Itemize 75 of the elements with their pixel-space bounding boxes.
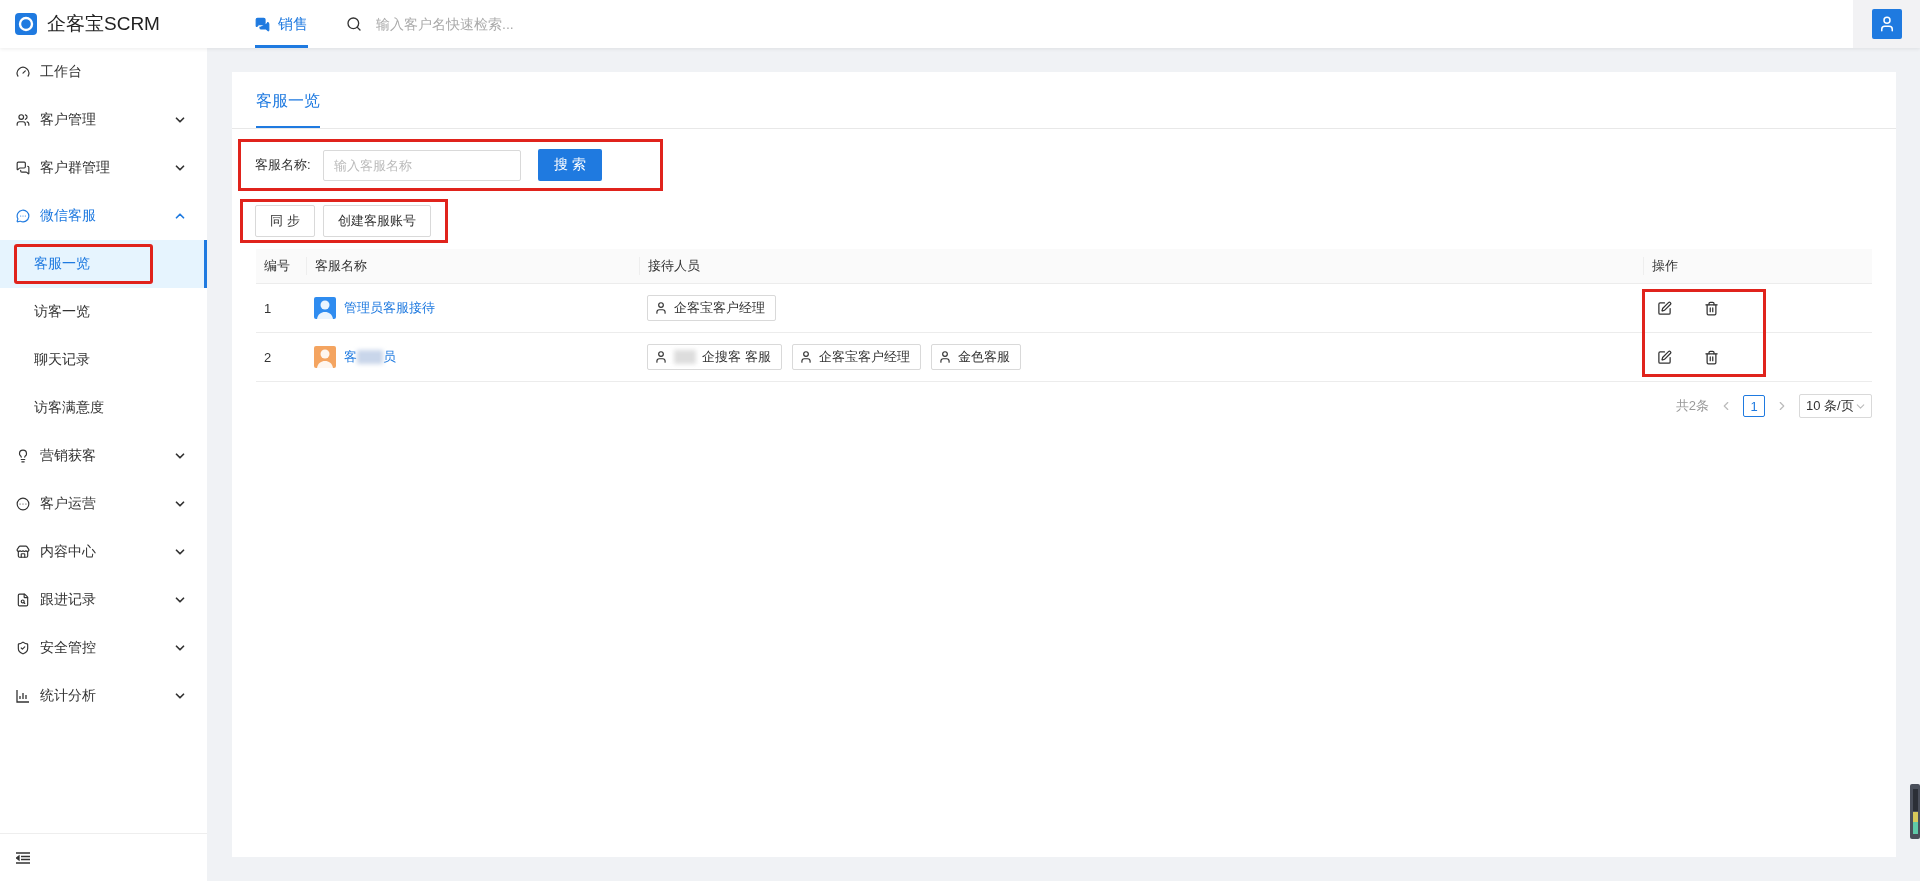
- name-field[interactable]: 输入客服名称: [322, 149, 521, 181]
- sidebar-sublabel: 聊天记录: [33, 350, 91, 369]
- staff-name: 金色客服: [957, 348, 1010, 366]
- sidebar-label: 客户运营: [40, 495, 97, 513]
- column-header: 操作: [1643, 257, 1872, 275]
- person-icon: [798, 350, 813, 364]
- toolbar-button[interactable]: 创建客服账号: [322, 205, 431, 237]
- staff-name: 企客宝客户经理: [818, 348, 910, 366]
- column-header: 接待人员: [639, 257, 1643, 275]
- sidebar-item[interactable]: 统计分析: [0, 672, 207, 720]
- sidebar-label: 跟进记录: [40, 591, 97, 609]
- staff-name: 企客宝客户经理: [674, 299, 765, 317]
- edit-button[interactable]: [1657, 300, 1672, 316]
- nav-tab[interactable]: 销售: [255, 0, 308, 48]
- chat-dots-icon: [16, 209, 30, 223]
- sidebar-item[interactable]: 内容中心: [0, 528, 207, 576]
- edit-button[interactable]: [1657, 349, 1672, 365]
- field-label: 客服名称:: [255, 156, 311, 174]
- bar-chart-icon: [16, 689, 30, 703]
- sidebar-subitem[interactable]: 访客满意度: [0, 384, 207, 432]
- lightbulb-icon: [16, 449, 30, 463]
- page-tab[interactable]: 客服一览: [256, 72, 320, 128]
- sidebar-sublabel: 客服一览: [14, 244, 153, 284]
- sidebar-label: 营销获客: [40, 447, 97, 465]
- page-button[interactable]: 1: [1743, 395, 1765, 417]
- chat-bubbles-icon: [255, 16, 270, 32]
- user-avatar-button[interactable]: [1871, 9, 1902, 39]
- search-button[interactable]: 搜 索: [537, 149, 602, 181]
- ellipsis-circle-icon: [16, 497, 30, 511]
- sidebar-item[interactable]: 安全管控: [0, 624, 207, 672]
- gauge-icon: [16, 65, 30, 79]
- sidebar-subitem[interactable]: 聊天记录: [0, 336, 207, 384]
- sidebar-label: 内容中心: [40, 543, 97, 561]
- document-search-icon: [16, 593, 30, 607]
- sidebar-item[interactable]: 客户群管理: [0, 144, 207, 192]
- sidebar-label: 客户管理: [40, 111, 97, 129]
- person-icon: [654, 301, 668, 315]
- sidebar-item[interactable]: 客户管理: [0, 96, 207, 144]
- page-size-select[interactable]: 10 条/页: [1799, 394, 1872, 418]
- sidebar-item[interactable]: 客户运营: [0, 480, 207, 528]
- table-cell-text: 2: [263, 349, 273, 365]
- delete-button[interactable]: [1704, 300, 1719, 316]
- users-icon: [16, 113, 30, 127]
- staff-name: 企搜客 客服: [702, 348, 771, 366]
- sidebar-sublabel: 访客一览: [33, 302, 91, 321]
- column-header: 编号: [263, 257, 291, 275]
- sidebar-item[interactable]: 工作台: [0, 48, 207, 96]
- column-header: 客服名称: [306, 257, 639, 275]
- delete-button[interactable]: [1704, 349, 1719, 365]
- person-icon: [654, 350, 668, 364]
- agent-name-link[interactable]: 管理员客服接待: [344, 299, 435, 317]
- shield-check-icon: [16, 641, 30, 655]
- person-icon: [937, 350, 952, 364]
- toolbar-button[interactable]: 同 步: [255, 205, 315, 237]
- sidebar-label: 工作台: [40, 63, 83, 81]
- sidebar-subitem[interactable]: 访客一览: [0, 288, 207, 336]
- app-title: 企客宝SCRM: [47, 12, 160, 36]
- table-cell-text: 1: [263, 300, 273, 316]
- total-count: 共2条: [1675, 397, 1709, 415]
- sidebar-label: 微信客服: [40, 207, 97, 225]
- collapse-menu-icon[interactable]: [16, 851, 30, 864]
- agent-name-link[interactable]: 客 员: [344, 348, 396, 366]
- sidebar-label: 客户群管理: [40, 159, 111, 177]
- sidebar-item[interactable]: 微信客服: [0, 192, 207, 240]
- search-icon: [346, 16, 362, 32]
- chat-bubbles-icon: [16, 161, 30, 175]
- sidebar-subitem[interactable]: 客服一览: [0, 240, 207, 288]
- sidebar-item[interactable]: 营销获客: [0, 432, 207, 480]
- store-icon: [16, 545, 30, 559]
- sidebar-item[interactable]: 跟进记录: [0, 576, 207, 624]
- sidebar-label: 统计分析: [40, 687, 97, 705]
- sidebar-sublabel: 访客满意度: [33, 398, 105, 417]
- meter-widget-icon: [1910, 784, 1920, 839]
- sidebar-label: 安全管控: [40, 639, 97, 657]
- logo-icon: [15, 13, 37, 35]
